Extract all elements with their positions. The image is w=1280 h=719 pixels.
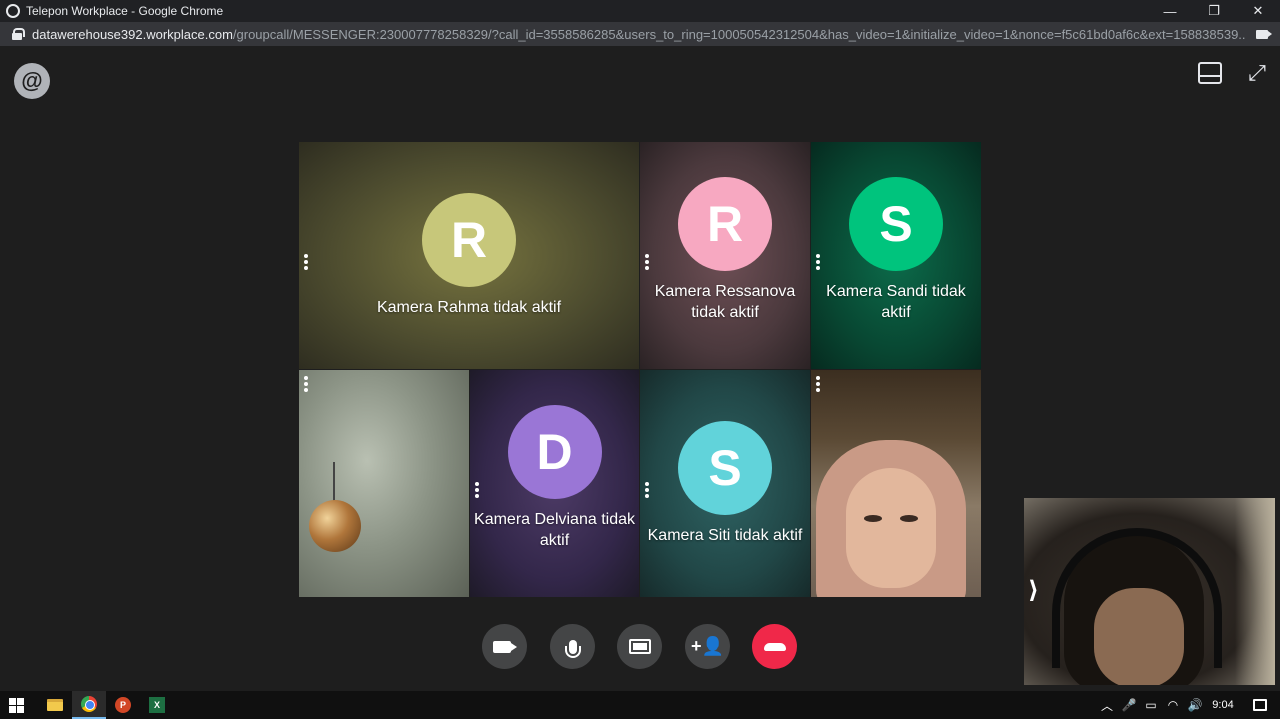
video-feed xyxy=(816,440,966,597)
url-path[interactable]: /groupcall/MESSENGER:2300077782583​29/?c… xyxy=(233,27,1246,42)
hang-up-icon xyxy=(763,642,786,651)
avatar: R xyxy=(678,176,772,271)
participant-tile-rahma[interactable]: R Kamera Rahma tidak aktif xyxy=(299,142,639,369)
window-titlebar: Telepon Workplace - Google Chrome — ❐ ✕ xyxy=(0,0,1280,22)
video-feed-object xyxy=(309,500,361,552)
camera-in-use-icon[interactable] xyxy=(1256,29,1272,39)
camera-off-label: Kamera Siti tidak aktif xyxy=(647,527,803,544)
video-camera-icon xyxy=(492,640,517,653)
avatar: D xyxy=(507,404,602,499)
participant-tile-siti[interactable]: S Kamera Siti tidak aktif xyxy=(640,370,810,597)
minimize-button[interactable]: — xyxy=(1148,0,1192,22)
notification-icon xyxy=(1253,699,1267,711)
participant-tile-delviana[interactable]: D Kamera Delviana tidak aktif xyxy=(470,370,639,597)
address-bar[interactable]: datawerehouse392.workplace.com /groupcal… xyxy=(0,22,1280,46)
powerpoint-icon: P xyxy=(115,697,131,713)
more-options-icon[interactable] xyxy=(816,254,820,270)
more-options-icon[interactable] xyxy=(304,254,308,270)
window-title: Telepon Workplace - Google Chrome xyxy=(26,4,224,18)
workplace-logo: @ xyxy=(14,63,50,99)
close-button[interactable]: ✕ xyxy=(1236,0,1280,22)
share-screen-button[interactable] xyxy=(617,624,662,669)
taskbar-powerpoint[interactable]: P xyxy=(106,691,140,719)
microphone-in-use-icon[interactable]: 🎤 xyxy=(1118,691,1140,719)
camera-off-label: Kamera Rahma tidak aktif xyxy=(376,299,562,316)
start-button[interactable] xyxy=(0,691,32,719)
workplace-logo-glyph: @ xyxy=(21,68,43,93)
avatar: S xyxy=(849,176,943,271)
participant-tile-ressanova[interactable]: R Kamera Ressanova tidak aktif xyxy=(640,142,810,369)
camera-off-label: Kamera Delviana tidak aktif xyxy=(474,510,635,549)
end-call-button[interactable] xyxy=(752,624,797,669)
screen-share-icon xyxy=(628,639,651,654)
show-hidden-icons-icon[interactable]: ︿ xyxy=(1096,691,1118,719)
more-options-icon[interactable] xyxy=(645,254,649,270)
taskbar-file-explorer[interactable] xyxy=(38,691,72,719)
camera-toggle-button[interactable] xyxy=(482,624,527,669)
call-area: @ ⤢ R Kamera Rahma tidak aktif R Kamera … xyxy=(0,46,1280,691)
excel-icon: X xyxy=(149,697,165,713)
participant-video-tile[interactable] xyxy=(299,370,469,597)
participant-video-tile[interactable] xyxy=(811,370,981,597)
microphone-toggle-button[interactable] xyxy=(550,624,595,669)
camera-off-label: Kamera Sandi tidak aktif xyxy=(826,282,966,321)
add-participant-button[interactable]: +👤 xyxy=(685,624,730,669)
fullscreen-icon[interactable]: ⤢ xyxy=(1245,62,1269,84)
more-options-icon[interactable] xyxy=(304,376,308,392)
taskbar-chrome[interactable] xyxy=(72,691,106,719)
participant-tile-sandi[interactable]: S Kamera Sandi tidak aktif xyxy=(811,142,981,369)
chrome-icon xyxy=(81,696,97,712)
volume-icon[interactable]: 🔊 xyxy=(1184,691,1206,719)
restore-button[interactable]: ❐ xyxy=(1192,0,1236,22)
more-options-icon[interactable] xyxy=(816,376,820,392)
workplace-app-icon xyxy=(6,4,20,18)
collapse-self-view-icon[interactable]: ⟩ xyxy=(1028,576,1039,605)
more-options-icon[interactable] xyxy=(645,482,649,498)
wifi-icon[interactable]: ◠ xyxy=(1162,691,1184,719)
add-person-icon: +👤 xyxy=(691,636,724,656)
avatar: S xyxy=(678,421,772,515)
action-center-button[interactable] xyxy=(1240,691,1280,719)
lock-icon[interactable] xyxy=(12,28,25,40)
video-feed xyxy=(333,462,335,502)
clock[interactable]: 9:04 xyxy=(1206,699,1240,711)
avatar: R xyxy=(422,193,516,287)
windows-taskbar: P X ︿ 🎤 ▭ ◠ 🔊 9:04 xyxy=(0,691,1280,719)
self-view[interactable]: ⟩ xyxy=(1024,498,1275,685)
microphone-icon xyxy=(564,639,581,658)
more-options-icon[interactable] xyxy=(475,482,479,498)
battery-icon[interactable]: ▭ xyxy=(1140,691,1162,719)
system-tray: ︿ 🎤 ▭ ◠ 🔊 9:04 xyxy=(1096,691,1280,719)
camera-off-label: Kamera Ressanova tidak aktif xyxy=(654,282,796,321)
folder-icon xyxy=(47,699,63,711)
layout-toggle-icon[interactable] xyxy=(1198,62,1222,84)
url-host[interactable]: datawerehouse392.workplace.com xyxy=(32,27,233,42)
taskbar-excel[interactable]: X xyxy=(140,691,174,719)
